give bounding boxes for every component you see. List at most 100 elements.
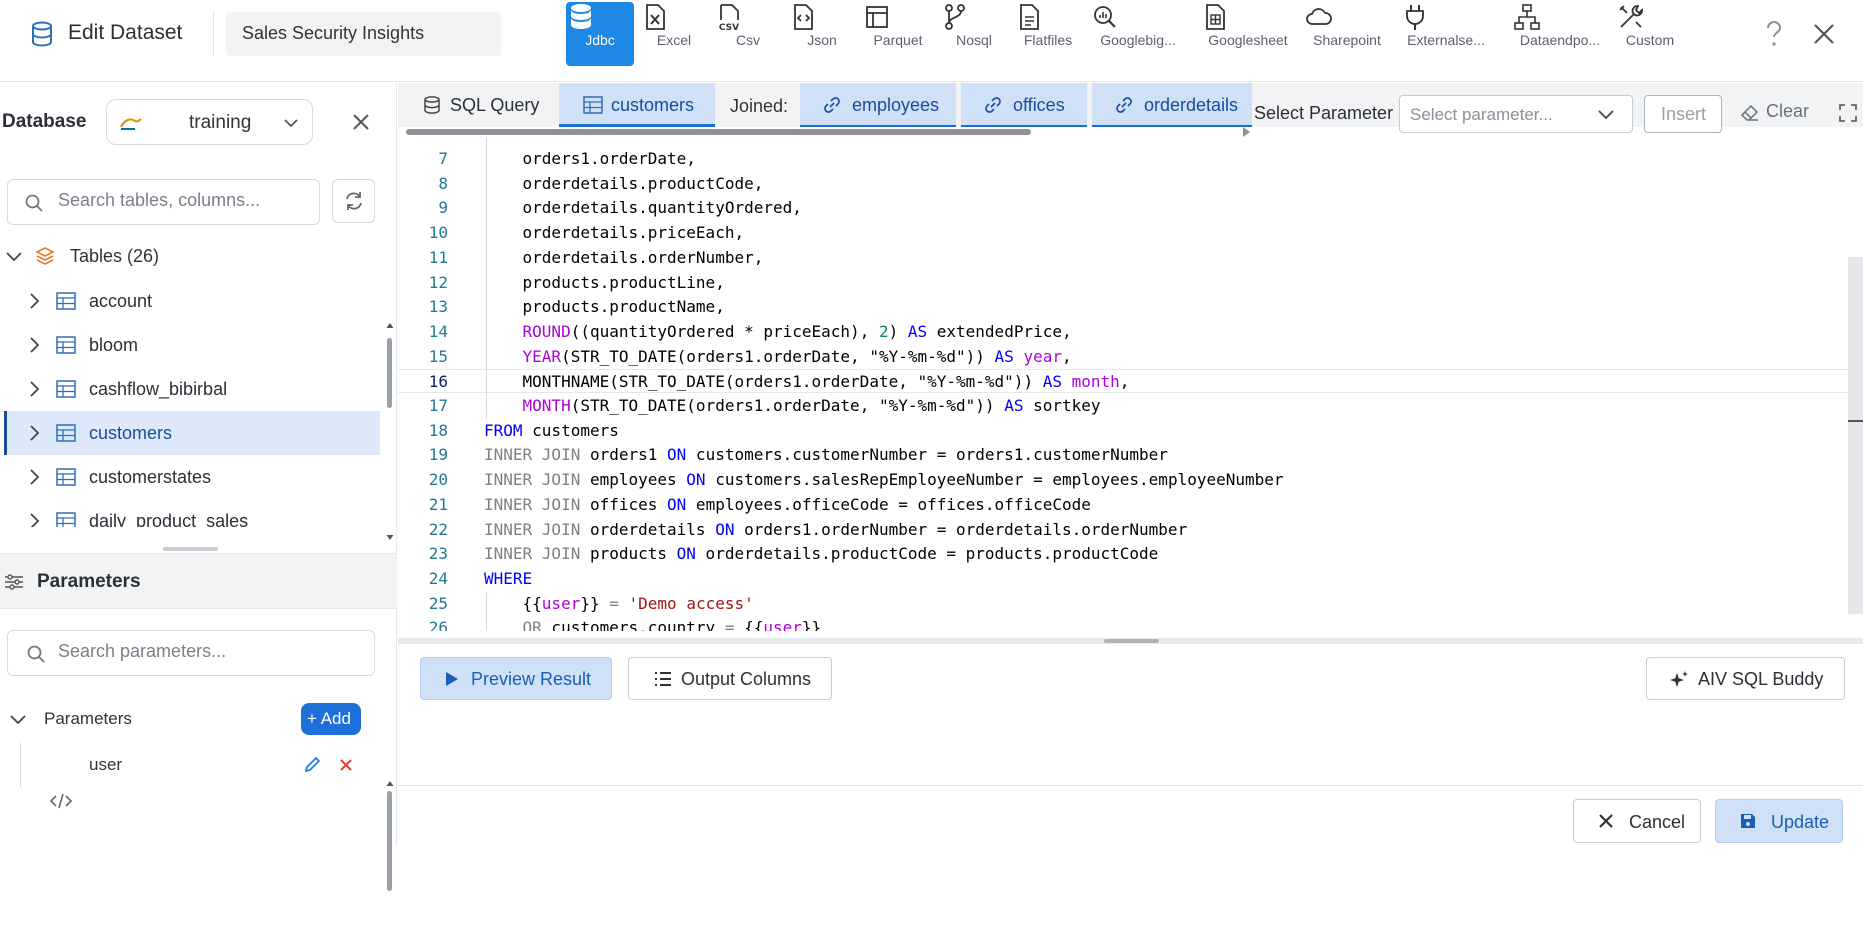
database-select[interactable]: training xyxy=(106,99,313,145)
code-line[interactable]: 17 MONTH(STR_TO_DATE(orders1.orderDate, … xyxy=(398,394,1848,418)
table-item-account[interactable]: account xyxy=(4,279,380,323)
code-line[interactable]: 21 INNER JOIN offices ON employees.office… xyxy=(398,493,1848,517)
chevron-right-icon[interactable] xyxy=(24,335,44,355)
source-externalservice[interactable]: Externalse... xyxy=(1400,2,1492,66)
code-line[interactable]: 16 MONTHNAME(STR_TO_DATE(orders1.orderDa… xyxy=(398,369,1848,394)
parameter-row-user[interactable]: user xyxy=(20,743,370,809)
panel-resize-handle[interactable] xyxy=(163,547,218,551)
source-json[interactable]: Json xyxy=(788,2,856,66)
table-item-customers[interactable]: customers xyxy=(4,411,380,455)
code-line[interactable]: 10 orderdetails.priceEach, xyxy=(398,221,1848,245)
sql-buddy-button[interactable]: AIV SQL Buddy xyxy=(1646,657,1845,700)
resize-grip[interactable] xyxy=(1104,639,1159,643)
chevron-right-icon[interactable] xyxy=(24,467,44,487)
table-item-cashflow-bibirbal[interactable]: cashflow_bibirbal xyxy=(4,367,380,411)
source-excel[interactable]: Excel xyxy=(640,2,708,66)
code-line[interactable]: 24 WHERE xyxy=(398,567,1848,591)
source-csv[interactable]: CSV Csv xyxy=(714,2,782,66)
dataset-name-field[interactable]: Sales Security Insights xyxy=(226,12,501,56)
editor-resize-handle[interactable] xyxy=(398,638,1863,644)
code-line[interactable]: 18 FROM customers xyxy=(398,419,1848,443)
delete-x-icon[interactable] xyxy=(337,756,355,774)
source-jdbc[interactable]: Jdbc xyxy=(566,2,634,66)
update-button[interactable]: Update xyxy=(1715,799,1843,843)
parameters-scrollbar[interactable] xyxy=(386,773,394,928)
expand-icon[interactable] xyxy=(1838,103,1858,123)
code-line[interactable]: 11 orderdetails.orderNumber, xyxy=(398,246,1848,270)
tab-customers[interactable]: customers xyxy=(559,83,715,127)
scrollbar-thumb[interactable] xyxy=(387,791,392,891)
tab-joined-employees[interactable]: employees xyxy=(800,83,956,127)
close-icon[interactable] xyxy=(350,111,372,133)
refresh-button[interactable] xyxy=(332,179,375,223)
table-item-daily-product-sales[interactable]: daily_product_sales xyxy=(4,499,380,527)
tab-joined-orderdetails[interactable]: orderdetails xyxy=(1092,83,1252,127)
code-text: orderdetails.productCode, xyxy=(484,174,764,193)
code-token: orders1.orderNumber = orderdetails.order… xyxy=(734,519,1188,539)
code-token: orderdetails.quantityOrdered, xyxy=(484,198,802,218)
add-parameter-button[interactable]: + Add xyxy=(301,703,361,735)
line-number: 20 xyxy=(428,470,448,490)
chevron-right-icon[interactable] xyxy=(24,423,44,443)
line-number: 9 xyxy=(438,198,448,218)
scrollbar-thumb[interactable] xyxy=(406,129,1031,135)
sql-editor[interactable]: 7 orders1.orderDate, 8 orderdetails.produ… xyxy=(398,137,1848,631)
code-token: ON xyxy=(686,470,706,490)
code-line[interactable]: 12 products.productLine, xyxy=(398,271,1848,295)
editor-vertical-scrollbar[interactable] xyxy=(1848,137,1863,631)
select-parameter-dropdown[interactable]: Select parameter... xyxy=(1399,95,1633,133)
code-line[interactable]: 15 YEAR(STR_TO_DATE(orders1.orderDate, "… xyxy=(398,345,1848,369)
code-line[interactable]: 9 orderdetails.quantityOrdered, xyxy=(398,196,1848,220)
select-parameter-label: Select Parameter xyxy=(1254,103,1394,123)
tab-joined-offices[interactable]: offices xyxy=(961,83,1087,127)
preview-result-button[interactable]: Preview Result xyxy=(420,657,612,700)
code-line[interactable]: 7 orders1.orderDate, xyxy=(398,147,1848,171)
code-line[interactable]: 22 INNER JOIN orderdetails ON orders1.ord… xyxy=(398,518,1848,542)
parameters-group[interactable]: Parameters + Add xyxy=(0,701,380,737)
code-line[interactable]: 26 OR customers.country = {{user}} xyxy=(398,616,1848,631)
chevron-right-icon[interactable] xyxy=(24,291,44,311)
source-dataendpoint[interactable]: Dataendpo... xyxy=(1512,2,1608,66)
tabs-horizontal-scrollbar[interactable] xyxy=(398,127,1253,137)
help-icon[interactable] xyxy=(1760,18,1788,50)
code-line[interactable]: 25 {{user}} = 'Demo access' xyxy=(398,592,1848,616)
source-sharepoint[interactable]: Sharepoint xyxy=(1304,2,1390,66)
table-item-bloom[interactable]: bloom xyxy=(4,323,380,367)
svg-text:CSV: CSV xyxy=(719,23,739,32)
link-icon xyxy=(1114,95,1134,115)
table-item-customerstates[interactable]: customerstates xyxy=(4,455,380,499)
code-line[interactable]: 13 products.productName, xyxy=(398,295,1848,319)
parameters-group-label: Parameters xyxy=(44,709,132,728)
close-icon[interactable] xyxy=(1810,20,1838,48)
insert-button[interactable]: Insert xyxy=(1644,95,1722,133)
table-tree-scrollbar[interactable] xyxy=(386,243,394,543)
code-line[interactable]: 20 INNER JOIN employees ON customers.sale… xyxy=(398,468,1848,492)
tables-header[interactable]: Tables (26) xyxy=(0,241,390,271)
sliders-icon xyxy=(4,572,24,592)
source-googlebigquery[interactable]: Googlebig... xyxy=(1090,2,1186,66)
parameter-search-input[interactable] xyxy=(58,641,358,662)
code-line[interactable]: 14 ROUND((quantityOrdered * priceEach), … xyxy=(398,320,1848,344)
scroll-right-arrow[interactable] xyxy=(1243,127,1250,137)
chevron-right-icon[interactable] xyxy=(24,511,44,527)
source-googlesheet[interactable]: Googlesheet xyxy=(1200,2,1296,66)
cancel-button[interactable]: Cancel xyxy=(1573,799,1701,843)
tab-label: customers xyxy=(611,95,695,115)
source-custom[interactable]: Custom xyxy=(1616,2,1684,66)
code-text: INNER JOIN orders1 ON customers.customer… xyxy=(484,445,1168,464)
source-flatfiles[interactable]: Flatfiles xyxy=(1014,2,1082,66)
scrollbar-thumb[interactable] xyxy=(1848,257,1863,614)
pencil-icon[interactable] xyxy=(303,756,321,774)
code-line[interactable]: 19 INNER JOIN orders1 ON customers.custom… xyxy=(398,443,1848,467)
output-columns-button[interactable]: Output Columns xyxy=(628,657,832,700)
table-search-input[interactable] xyxy=(58,190,308,211)
tab-sql-query[interactable]: SQL Query xyxy=(398,83,558,127)
code-token: sortkey xyxy=(1023,396,1101,415)
code-line[interactable]: 8 orderdetails.productCode, xyxy=(398,172,1848,196)
googlebigquery-icon xyxy=(1090,2,1186,32)
chevron-right-icon[interactable] xyxy=(24,379,44,399)
code-line[interactable]: 23 INNER JOIN products ON orderdetails.pr… xyxy=(398,542,1848,566)
source-parquet[interactable]: Parquet xyxy=(862,2,934,66)
source-nosql[interactable]: Nosql xyxy=(940,2,1008,66)
